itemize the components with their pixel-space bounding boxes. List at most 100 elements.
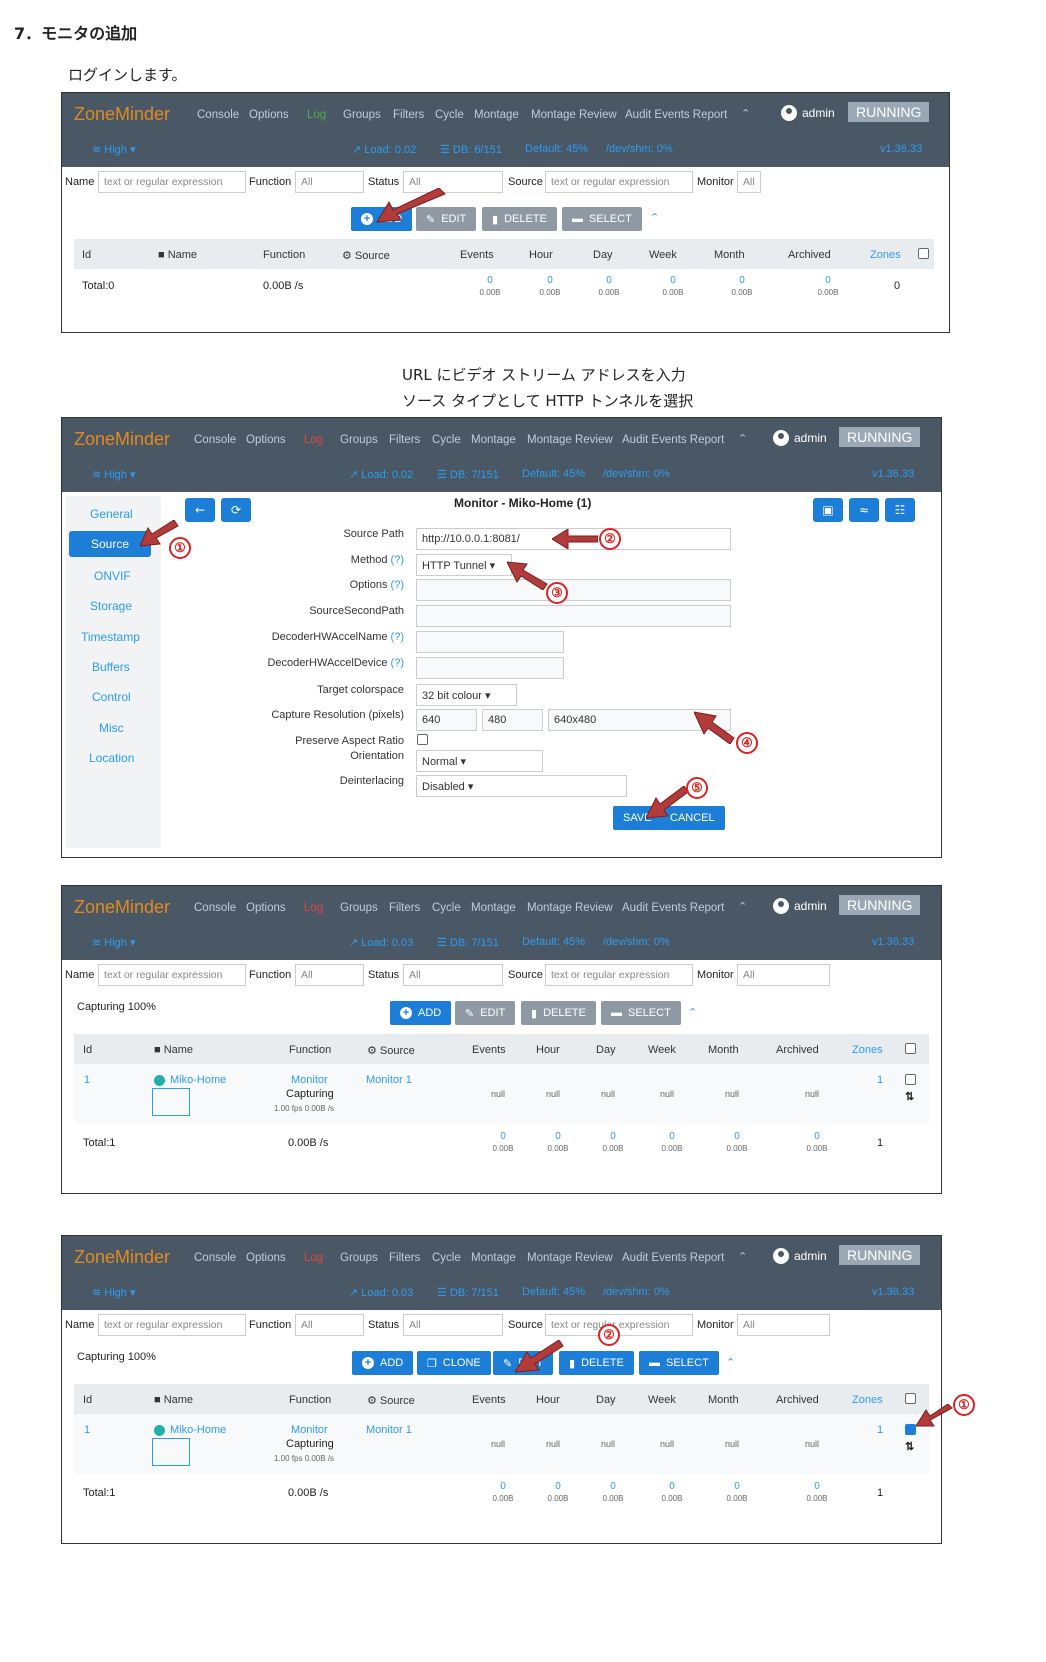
filter-name-input[interactable]: text or regular expression xyxy=(98,964,246,986)
th-archived[interactable]: Archived xyxy=(788,249,831,261)
total-events[interactable]: 0 0.00B xyxy=(483,1131,523,1153)
sort-handle-icon[interactable]: ⇅ xyxy=(905,1090,914,1103)
options-input[interactable] xyxy=(416,579,731,601)
chevron-up-icon[interactable]: ⌃ xyxy=(738,1250,747,1263)
th-function[interactable]: Function xyxy=(289,1394,331,1406)
nav-options[interactable]: Options xyxy=(246,902,286,914)
nav-options[interactable]: Options xyxy=(246,1252,286,1264)
admin-menu[interactable]: admin xyxy=(773,1248,827,1264)
total-events[interactable]: 0 0.00B xyxy=(470,275,510,297)
nav-cycle[interactable]: Cycle xyxy=(432,1252,461,1264)
tab-general[interactable]: General xyxy=(90,507,133,521)
total-events[interactable]: 0 0.00B xyxy=(483,1481,523,1503)
monitor-source[interactable]: Monitor 1 xyxy=(366,1424,412,1436)
nav-log[interactable]: Log xyxy=(304,1252,323,1264)
select-button[interactable]: ▬ SELECT xyxy=(639,1351,719,1375)
nav-console[interactable]: Console xyxy=(194,434,236,446)
filter-function-select[interactable]: All xyxy=(295,1314,364,1336)
th-id[interactable]: Id xyxy=(83,1394,92,1406)
th-events[interactable]: Events xyxy=(472,1394,506,1406)
filter-name-input[interactable]: text or regular expression xyxy=(98,171,246,193)
th-archived[interactable]: Archived xyxy=(776,1044,819,1056)
th-day[interactable]: Day xyxy=(596,1394,616,1406)
filter-function-select[interactable]: All xyxy=(295,171,364,193)
nav-groups[interactable]: Groups xyxy=(340,434,378,446)
th-zones[interactable]: Zones xyxy=(852,1394,883,1406)
list-icon[interactable]: ☷ xyxy=(885,498,915,522)
th-source[interactable]: ⚙ Source xyxy=(367,1394,415,1407)
thumbnail-image[interactable] xyxy=(152,1088,190,1116)
thumbnail-image[interactable] xyxy=(152,1438,190,1466)
nav-options[interactable]: Options xyxy=(246,434,286,446)
nav-audit-events[interactable]: Audit Events Report xyxy=(622,1252,724,1264)
select-all-checkbox[interactable] xyxy=(905,1393,916,1404)
monitor-name[interactable]: Miko-Home xyxy=(170,1074,226,1086)
total-week[interactable]: 0 0.00B xyxy=(653,275,693,297)
th-function[interactable]: Function xyxy=(289,1044,331,1056)
tab-timestamp[interactable]: Timestamp xyxy=(81,630,140,644)
tab-source[interactable]: Source xyxy=(69,531,152,557)
nav-filters[interactable]: Filters xyxy=(389,902,420,914)
th-hour[interactable]: Hour xyxy=(536,1044,560,1056)
filter-monitor-select[interactable]: All xyxy=(737,964,830,986)
hw-accel-name-input[interactable] xyxy=(416,631,564,653)
nav-log[interactable]: Log xyxy=(304,902,323,914)
filter-source-input[interactable]: text or regular expression xyxy=(545,171,693,193)
monitor-id[interactable]: 1 xyxy=(84,1424,90,1436)
filter-status-select[interactable]: All xyxy=(403,1314,503,1336)
nav-audit-events[interactable]: Audit Events Report xyxy=(625,109,727,121)
tab-control[interactable]: Control xyxy=(92,690,131,704)
collapse-chevron-icon[interactable]: ⌃ xyxy=(650,211,659,224)
filter-function-select[interactable]: All xyxy=(295,964,364,986)
sort-handle-icon[interactable]: ⇅ xyxy=(905,1440,914,1453)
row-checkbox[interactable] xyxy=(905,1424,916,1435)
admin-menu[interactable]: admin xyxy=(773,430,827,446)
th-source[interactable]: ⚙ Source xyxy=(342,249,390,262)
nav-console[interactable]: Console xyxy=(194,1252,236,1264)
collapse-chevron-icon[interactable]: ⌃ xyxy=(688,1006,697,1019)
height-input[interactable]: 480 xyxy=(482,709,543,731)
total-month[interactable]: 0 0.00B xyxy=(717,1131,757,1153)
tab-onvif[interactable]: ONVIF xyxy=(94,569,131,583)
collapse-chevron-icon[interactable]: ⌃ xyxy=(726,1356,735,1369)
monitor-function[interactable]: Monitor xyxy=(291,1074,328,1086)
select-button[interactable]: ▬ SELECT xyxy=(562,207,642,231)
back-arrow-icon[interactable]: ← xyxy=(185,498,215,522)
nav-montage-review[interactable]: Montage Review xyxy=(531,109,617,121)
width-input[interactable]: 640 xyxy=(416,709,477,731)
nav-options[interactable]: Options xyxy=(249,109,289,121)
select-all-checkbox[interactable] xyxy=(918,248,929,259)
add-button[interactable]: +ADD xyxy=(390,1001,452,1025)
bandwidth-menu[interactable]: ≋ High ▾ xyxy=(92,1286,135,1299)
delete-button[interactable]: ▮ DELETE xyxy=(559,1351,634,1375)
nav-console[interactable]: Console xyxy=(197,109,239,121)
state-badge[interactable]: RUNNING xyxy=(839,1245,921,1265)
nav-audit-events[interactable]: Audit Events Report xyxy=(622,902,724,914)
total-day[interactable]: 0 0.00B xyxy=(593,1131,633,1153)
nav-filters[interactable]: Filters xyxy=(389,1252,420,1264)
total-month[interactable]: 0 0.00B xyxy=(722,275,762,297)
clone-button[interactable]: ❐ CLONE xyxy=(417,1351,491,1375)
total-month[interactable]: 0 0.00B xyxy=(717,1481,757,1503)
filter-name-input[interactable]: text or regular expression xyxy=(98,1314,246,1336)
admin-menu[interactable]: admin xyxy=(773,898,827,914)
th-events[interactable]: Events xyxy=(460,249,494,261)
th-week[interactable]: Week xyxy=(648,1044,676,1056)
select-button[interactable]: ▬ SELECT xyxy=(601,1001,681,1025)
deinterlacing-select[interactable]: Disabled ▾ xyxy=(416,775,627,797)
total-hour[interactable]: 0 0.00B xyxy=(538,1481,578,1503)
total-week[interactable]: 0 0.00B xyxy=(652,1481,692,1503)
method-select[interactable]: HTTP Tunnel ▾ xyxy=(416,554,512,576)
row-checkbox[interactable] xyxy=(905,1074,916,1085)
table-row[interactable]: 1 Miko-Home Monitor Capturing 1.00 fps 0… xyxy=(74,1414,929,1474)
nav-log[interactable]: Log xyxy=(307,109,326,121)
th-zones[interactable]: Zones xyxy=(852,1044,883,1056)
nav-groups[interactable]: Groups xyxy=(340,1252,378,1264)
table-row[interactable]: 1 Miko-Home Monitor Capturing 1.00 fps 0… xyxy=(74,1064,929,1124)
th-source[interactable]: ⚙ Source xyxy=(367,1044,415,1057)
tab-location[interactable]: Location xyxy=(89,751,134,765)
orientation-select[interactable]: Normal ▾ xyxy=(416,750,543,772)
th-day[interactable]: Day xyxy=(596,1044,616,1056)
add-button[interactable]: +ADD xyxy=(352,1351,414,1375)
filter-monitor-select[interactable]: All xyxy=(737,1314,830,1336)
